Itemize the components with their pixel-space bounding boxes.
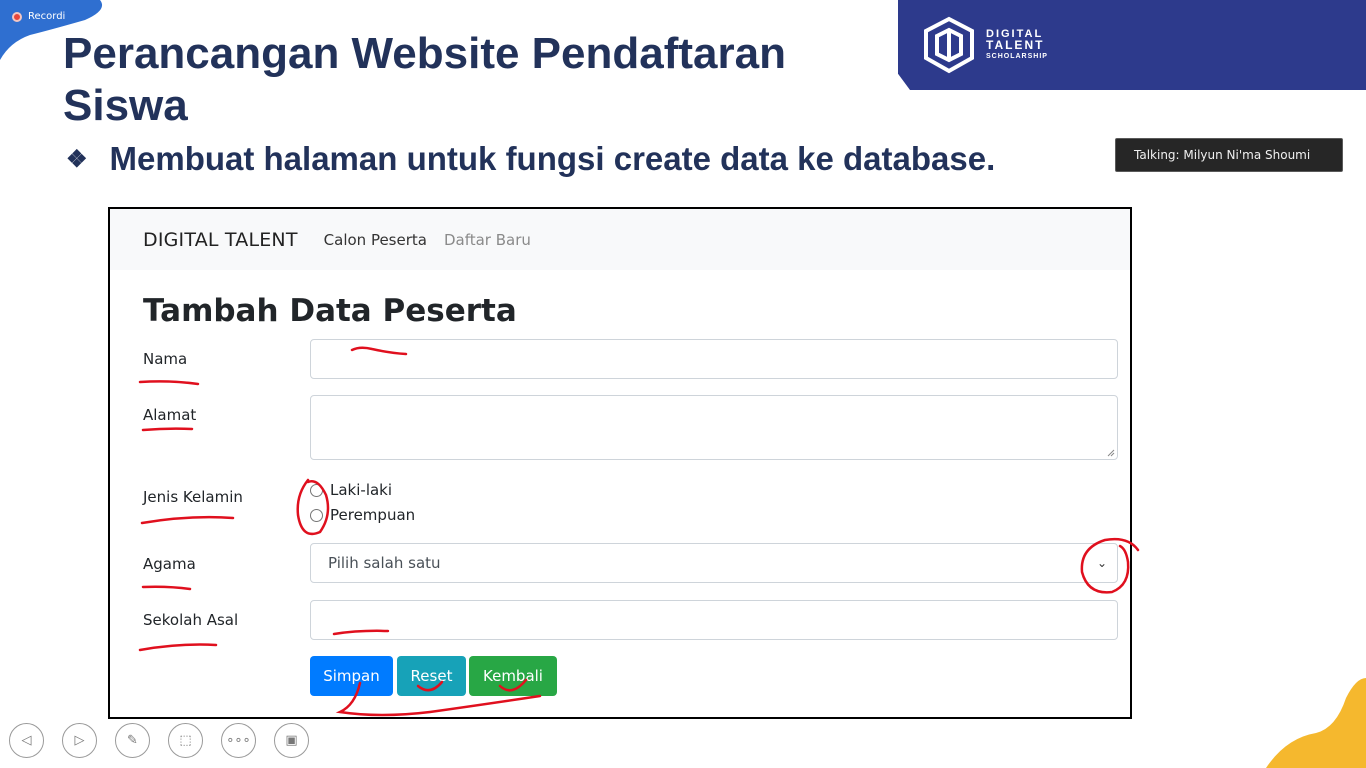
nama-label: Nama: [143, 350, 188, 368]
more-options-button[interactable]: ∘∘∘: [221, 723, 256, 758]
agama-selected-value: Pilih salah satu: [328, 554, 441, 572]
kembali-button[interactable]: Kembali: [469, 656, 557, 696]
nav-link-daftar-baru[interactable]: Daftar Baru: [444, 231, 531, 249]
recording-indicator: Recordi: [12, 11, 65, 22]
agama-label: Agama: [143, 555, 196, 573]
pointer-icon: ⬚: [179, 733, 192, 748]
subtitle-text: Membuat halaman untuk fungsi create data…: [109, 140, 996, 177]
pen-tool-button[interactable]: ✎: [115, 723, 150, 758]
page-heading: Tambah Data Peserta: [143, 293, 517, 329]
decorative-blob-bottom-right: [1266, 678, 1366, 768]
logo-line-2: TALENT: [986, 37, 1045, 52]
pointer-tool-button[interactable]: ⬚: [168, 723, 203, 758]
alamat-label: Alamat: [143, 406, 197, 424]
talking-indicator: Talking: Milyun Ni'ma Shoumi: [1115, 138, 1343, 172]
radio-icon[interactable]: [310, 483, 323, 497]
screen-icon: ▣: [285, 733, 298, 748]
jenis-kelamin-label: Jenis Kelamin: [143, 488, 243, 506]
radio-laki-laki-label: Laki-laki: [330, 481, 393, 499]
navbar-brand[interactable]: DIGITAL TALENT: [143, 229, 298, 251]
sekolah-asal-input[interactable]: [310, 600, 1118, 640]
prev-icon: ◁: [21, 733, 32, 748]
nama-input[interactable]: [310, 339, 1118, 379]
more-icon: ∘∘∘: [226, 733, 251, 748]
recording-label: Recordi: [28, 11, 66, 22]
pen-icon: ✎: [127, 733, 138, 748]
chevron-down-icon[interactable]: ⌄: [1097, 544, 1107, 582]
radio-icon[interactable]: [310, 508, 323, 522]
record-icon: [12, 11, 22, 22]
screen-button[interactable]: ▣: [274, 723, 309, 758]
radio-perempuan-label: Perempuan: [330, 506, 416, 524]
slide-title: Perancangan Website Pendaftaran Siswa: [63, 29, 786, 130]
diamond-bullet-icon: ❖: [66, 145, 88, 173]
alamat-textarea[interactable]: [310, 395, 1118, 460]
radio-laki-laki[interactable]: Laki-laki: [310, 481, 392, 499]
agama-select[interactable]: Pilih salah satu ⌄: [310, 543, 1118, 583]
simpan-button[interactable]: Simpan: [310, 656, 393, 696]
navbar: DIGITAL TALENT Calon Peserta Daftar Baru: [110, 209, 1130, 270]
slide: Recordi Perancangan Website Pendaftaran …: [0, 0, 1366, 768]
resize-handle-icon[interactable]: [1107, 449, 1115, 457]
app-screenshot: DIGITAL TALENT Calon Peserta Daftar Baru…: [108, 207, 1132, 719]
digital-talent-logo: DIGITAL TALENT SCHOLARSHIP: [922, 16, 1048, 74]
nav-link-calon-peserta[interactable]: Calon Peserta: [324, 231, 427, 249]
slide-subtitle: ❖ Membuat halaman untuk fungsi create da…: [66, 140, 995, 178]
next-icon: ▷: [74, 733, 85, 748]
logo-mark-icon: [924, 16, 974, 74]
logo-line-3: SCHOLARSHIP: [986, 52, 1048, 60]
prev-slide-button[interactable]: ◁: [9, 723, 44, 758]
next-slide-button[interactable]: ▷: [62, 723, 97, 758]
presentation-toolbar: ◁ ▷ ✎ ⬚ ∘∘∘ ▣: [9, 723, 309, 758]
reset-button[interactable]: Reset: [397, 656, 466, 696]
radio-perempuan[interactable]: Perempuan: [310, 506, 415, 524]
sekolah-asal-label: Sekolah Asal: [143, 611, 239, 629]
